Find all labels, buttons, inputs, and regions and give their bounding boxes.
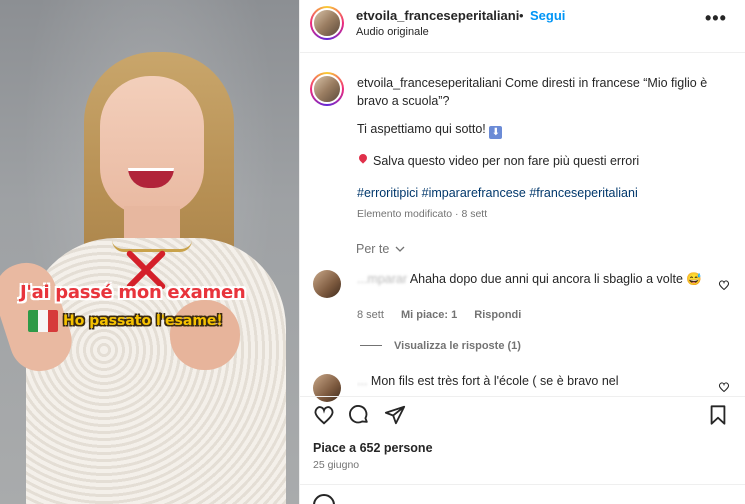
hashtag-link[interactable]: #impararefrancese — [422, 186, 526, 200]
caption-line-3: Salva questo video per non fare più ques… — [357, 154, 639, 168]
comment-body: Ahaha dopo due anni qui ancora li sbagli… — [409, 272, 702, 286]
comment-time: 8 sett — [357, 309, 384, 321]
header-avatar[interactable] — [310, 6, 344, 40]
edited-timestamp: Elemento modificato · 8 sett — [357, 208, 488, 220]
comment-username[interactable]: ...mparar — [357, 272, 407, 286]
comment-meta: 8 sett Mi piace: 1 Rispondi — [357, 309, 535, 321]
video-person-face — [100, 76, 204, 216]
comment-avatar[interactable] — [313, 374, 341, 402]
caption-username[interactable]: etvoila_franceseperitaliani — [357, 76, 502, 90]
header-username[interactable]: etvoila_franceseperitaliani — [356, 8, 519, 23]
original-audio-link[interactable]: Audio originale — [356, 26, 429, 38]
caption-avatar[interactable] — [310, 72, 344, 106]
caption-line-2: Ti aspettiamo qui sotto! ⬇ — [357, 122, 503, 139]
video-player[interactable]: J'ai passé mon examen Ho passato l'esame… — [0, 0, 299, 504]
footer-divider — [300, 484, 745, 485]
view-replies-label: Visualizza le risposte (1) — [394, 340, 521, 352]
post-date: 25 giugno — [313, 459, 360, 471]
emoji-smiley-icon[interactable] — [313, 494, 335, 504]
hashtag-list: #erroritipici #impararefrancese #frances… — [357, 186, 638, 200]
comment-bubble-icon[interactable] — [348, 404, 370, 426]
comment-avatar[interactable] — [313, 270, 341, 298]
italian-flag-icon — [28, 310, 58, 332]
comment-like-heart-icon[interactable] — [718, 381, 730, 393]
view-replies-button[interactable]: Visualizza le risposte (1) — [360, 340, 521, 352]
likes-count[interactable]: Piace a 652 persone — [313, 441, 433, 455]
per-te-label: Per te — [356, 242, 390, 256]
header-separator: • — [519, 8, 524, 23]
hashtag-link[interactable]: #erroritipici — [357, 186, 418, 200]
save-bookmark-icon[interactable] — [707, 404, 729, 426]
comment-text: ...mparar Ahaha dopo due anni qui ancora… — [357, 270, 707, 288]
pushpin-icon — [357, 154, 369, 166]
comment-username[interactable]: ... — [357, 374, 367, 388]
comment-like-heart-icon[interactable] — [718, 279, 730, 291]
hashtag-link[interactable]: #franceseperitaliani — [529, 186, 637, 200]
per-te-dropdown[interactable]: Per te — [356, 242, 405, 256]
comment-likes-count[interactable]: Mi piace: 1 — [401, 309, 457, 321]
follow-button[interactable]: Segui — [530, 8, 565, 23]
overlay-correct-phrase: Ho passato l'esame! — [63, 313, 223, 329]
down-arrow-icon: ⬇ — [489, 126, 503, 139]
actions-divider — [300, 396, 745, 397]
caption-text: etvoila_franceseperitaliani Come diresti… — [357, 74, 729, 110]
reply-button[interactable]: Rispondi — [474, 309, 521, 321]
like-heart-icon[interactable] — [313, 404, 335, 426]
replies-line — [360, 345, 382, 346]
share-send-icon[interactable] — [384, 404, 406, 426]
chevron-down-icon — [395, 246, 405, 252]
caption-line-3-text: Salva questo video per non fare più ques… — [373, 154, 640, 168]
comment-body: Mon fils est très fort à l'école ( se è … — [370, 374, 619, 388]
comment-text: ... Mon fils est très fort à l'école ( s… — [357, 374, 707, 388]
more-options-icon[interactable]: ••• — [705, 8, 727, 29]
header-divider — [300, 52, 745, 53]
post-panel: etvoila_franceseperitaliani • Segui Audi… — [299, 0, 745, 504]
overlay-wrong-phrase: J'ai passé mon examen — [20, 282, 246, 303]
video-person-hand-right — [170, 300, 240, 370]
caption-line-2-text: Ti aspettiamo qui sotto! — [357, 122, 486, 136]
